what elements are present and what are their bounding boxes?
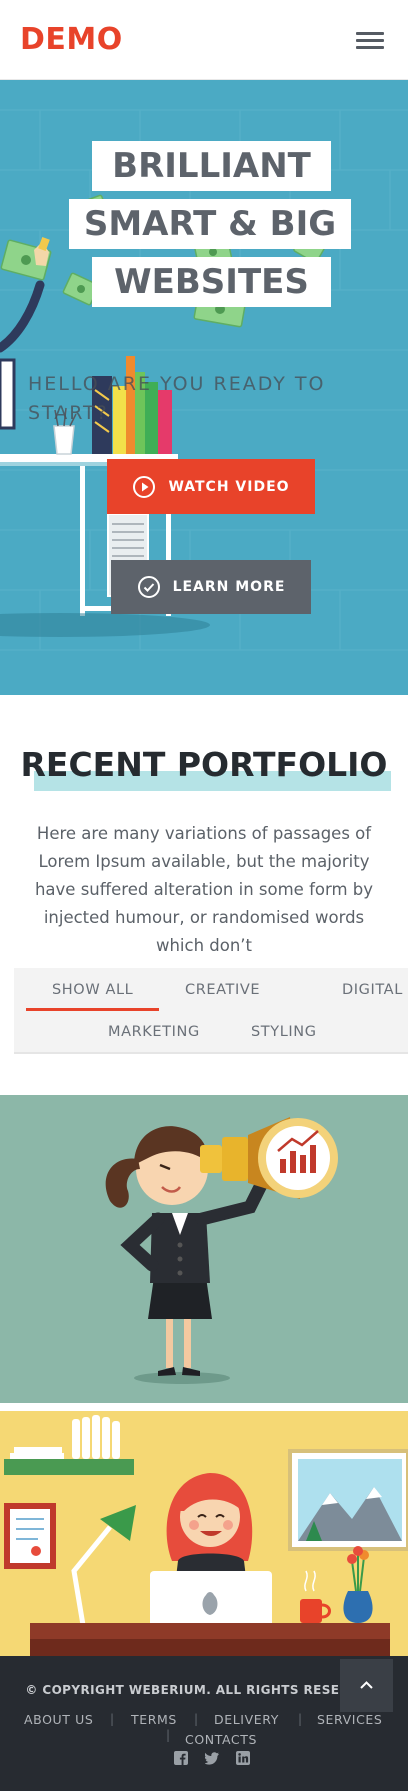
filter-show-all[interactable]: SHOW ALL (52, 982, 133, 998)
site-logo[interactable]: DEMO (20, 22, 123, 57)
portfolio-title: RECENT PORTFOLIO (20, 745, 388, 784)
hero-section: BRILLIANT SMART & BIG WEBSITES HELLO ARE… (0, 80, 408, 695)
filter-digital[interactable]: DIGITAL (342, 982, 403, 998)
play-circle-icon (133, 475, 156, 498)
businesswoman-telescope-illustration (105, 1117, 338, 1384)
active-filter-indicator (26, 1008, 159, 1011)
learn-more-button[interactable]: LEARN MORE (111, 560, 311, 614)
portfolio-item-1[interactable] (0, 1095, 408, 1403)
footer-separator: | (166, 1728, 171, 1742)
woman-at-desk-illustration (4, 1415, 408, 1656)
portfolio-filter-bar: SHOW ALL CREATIVE DIGITAL MARKETING STYL… (14, 968, 408, 1054)
footer-separator: | (194, 1712, 199, 1726)
footer-link-delivery[interactable]: DELIVERY (214, 1712, 279, 1727)
footer-link-about[interactable]: ABOUT US (24, 1712, 93, 1727)
hero-subtitle: HELLO ARE YOU READY TO START? (28, 373, 326, 424)
filter-marketing[interactable]: MARKETING (108, 1024, 200, 1040)
headline-line-2: SMART & BIG (69, 199, 351, 249)
filter-styling[interactable]: STYLING (251, 1024, 317, 1040)
footer-link-terms[interactable]: TERMS (131, 1712, 177, 1727)
hamburger-menu-icon[interactable] (356, 28, 386, 52)
footer-link-contacts[interactable]: CONTACTS (185, 1732, 257, 1747)
chevron-up-icon (360, 1681, 373, 1689)
footer-separator: | (298, 1712, 303, 1726)
facebook-icon[interactable] (174, 1751, 188, 1765)
site-header: DEMO (0, 0, 408, 80)
footer-separator: | (110, 1712, 115, 1726)
scroll-to-top-button[interactable] (340, 1659, 393, 1712)
linkedin-icon[interactable] (236, 1751, 250, 1765)
headline-line-3: WEBSITES (92, 257, 331, 307)
filter-creative[interactable]: CREATIVE (185, 982, 260, 998)
portfolio-item-2[interactable] (0, 1411, 408, 1656)
watch-video-button[interactable]: WATCH VIDEO (107, 459, 315, 514)
headline-line-1: BRILLIANT (92, 141, 331, 191)
twitter-icon[interactable] (205, 1751, 219, 1765)
page: DEMO BRILLIANT SMART & BIG WEBSITES HELL… (0, 0, 408, 1791)
learn-more-label: LEARN MORE (172, 579, 286, 595)
check-circle-icon (137, 576, 160, 598)
watch-video-label: WATCH VIDEO (168, 478, 290, 495)
portfolio-description: Here are many variations of passages of … (34, 824, 374, 955)
footer-link-services[interactable]: SERVICES (317, 1712, 382, 1727)
